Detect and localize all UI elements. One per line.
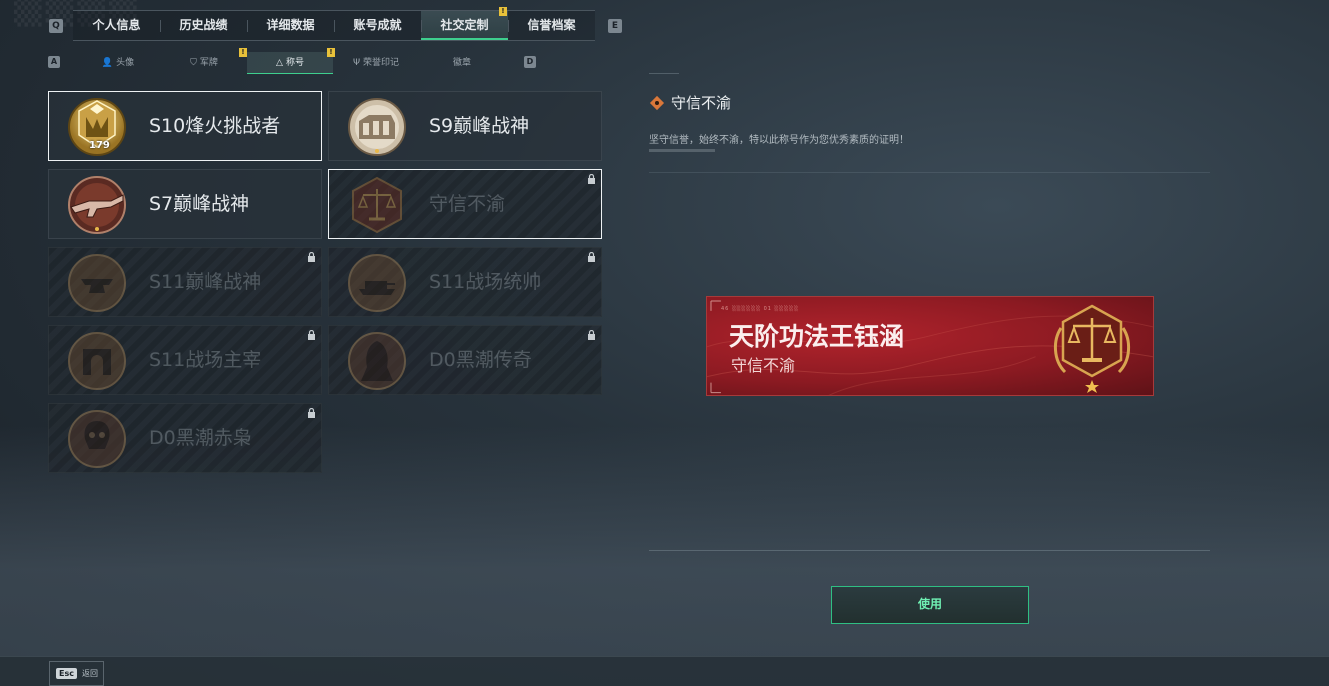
footer-bar: [0, 656, 1329, 686]
key-hint-e: E: [608, 19, 622, 33]
scales-emblem-icon: [352, 176, 402, 234]
title-card[interactable]: D0黑潮赤枭: [48, 403, 322, 473]
sub-tab-bar: 👤 头像 ⛉ 军牌 △ 称号 Ψ 荣誉印记 徽章: [75, 52, 505, 74]
detail-header: 守信不渝: [649, 92, 731, 113]
title-card-selected[interactable]: 守信不渝: [328, 169, 602, 239]
rifle-emblem-icon: [68, 176, 126, 234]
subtab-title[interactable]: △ 称号: [247, 52, 333, 74]
tank-emblem-icon: [348, 254, 406, 312]
title-card-label: S11战场主宰: [149, 349, 262, 371]
banner-player-name: 天阶功法王钰涵: [729, 322, 905, 351]
title-card-label: D0黑潮传奇: [429, 349, 532, 371]
fortress-emblem-icon: [348, 98, 406, 156]
hooded-figure-emblem-icon: [348, 332, 406, 390]
scales-emblem-icon: [1054, 304, 1130, 393]
detail-description: 坚守信誉，始终不渝，特以此称号作为您优秀素质的证明！: [649, 135, 909, 146]
esc-key-icon: Esc: [56, 668, 77, 679]
divider: [649, 73, 679, 74]
arch-emblem-icon: [68, 332, 126, 390]
title-card-label: S11巅峰战神: [149, 271, 262, 293]
new-flag-badge: !: [239, 48, 247, 57]
back-button[interactable]: Esc 返回: [49, 661, 104, 686]
subtab-avatar[interactable]: 👤 头像: [75, 52, 161, 74]
title-card[interactable]: D0黑潮传奇: [328, 325, 602, 395]
subtab-badge[interactable]: 徽章: [419, 52, 505, 74]
back-label: 返回: [81, 669, 98, 678]
dogtag-icon: ⛉: [190, 58, 197, 68]
title-banner-preview: 46 ░░░░░░ 01 ░░░░░ 天阶功法王钰涵 守信不渝: [706, 296, 1154, 396]
title-card-label: S11战场统帅: [429, 271, 542, 293]
honor-mark-icon: Ψ: [352, 58, 361, 68]
tab-detailed-data[interactable]: 详细数据: [247, 11, 334, 40]
tab-social-custom[interactable]: 社交定制: [421, 11, 508, 40]
title-card-label: D0黑潮赤枭: [149, 427, 252, 449]
tab-personal-info[interactable]: 个人信息: [73, 11, 160, 40]
subtab-dogtag[interactable]: ⛉ 军牌: [161, 52, 247, 74]
top-tab-bar: 个人信息 历史战绩 详细数据 账号成就 社交定制 信誉档案: [73, 10, 595, 41]
use-button[interactable]: 使用: [831, 586, 1029, 624]
banner-title-text: 守信不渝: [731, 356, 796, 375]
tab-history[interactable]: 历史战绩: [160, 11, 247, 40]
title-card-label: S9巅峰战神: [429, 115, 530, 137]
key-hint-d: D: [524, 56, 536, 68]
key-hint-q: Q: [49, 19, 63, 33]
detail-title: 守信不渝: [671, 94, 732, 112]
title-card-label: S7巅峰战神: [149, 193, 250, 215]
divider: [649, 172, 1210, 173]
lock-icon: [588, 330, 595, 340]
title-card[interactable]: S11战场主宰: [48, 325, 322, 395]
title-card[interactable]: S11战场统帅: [328, 247, 602, 317]
title-card[interactable]: S9巅峰战神: [328, 91, 602, 161]
lock-icon: [588, 252, 595, 262]
lock-icon: [308, 330, 315, 340]
new-flag-badge: !: [499, 7, 507, 16]
lock-icon: [308, 408, 315, 418]
lock-icon: [308, 252, 315, 262]
person-icon: 👤: [101, 58, 114, 68]
title-card[interactable]: S7巅峰战神: [48, 169, 322, 239]
title-card-label: 守信不渝: [429, 193, 506, 215]
title-card[interactable]: S11巅峰战神: [48, 247, 322, 317]
subtab-honor-mark[interactable]: Ψ 荣誉印记: [333, 52, 419, 74]
title-icon: △: [276, 58, 283, 68]
new-flag-badge: !: [327, 48, 335, 57]
level-number: 179: [89, 140, 110, 151]
tab-achievements[interactable]: 账号成就: [334, 11, 421, 40]
banner-serial-code: 46 ░░░░░░ 01 ░░░░░: [721, 306, 799, 312]
anvil-emblem-icon: [68, 254, 126, 312]
divider: [649, 149, 715, 152]
skull-emblem-icon: [68, 410, 126, 468]
divider: [649, 550, 1210, 551]
diamond-target-icon: [649, 95, 665, 110]
key-hint-a: A: [48, 56, 60, 68]
lock-icon: [588, 174, 595, 184]
title-card[interactable]: 179 S10烽火挑战者: [48, 91, 322, 161]
tab-reputation[interactable]: 信誉档案: [508, 11, 595, 40]
title-card-label: S10烽火挑战者: [149, 115, 281, 137]
